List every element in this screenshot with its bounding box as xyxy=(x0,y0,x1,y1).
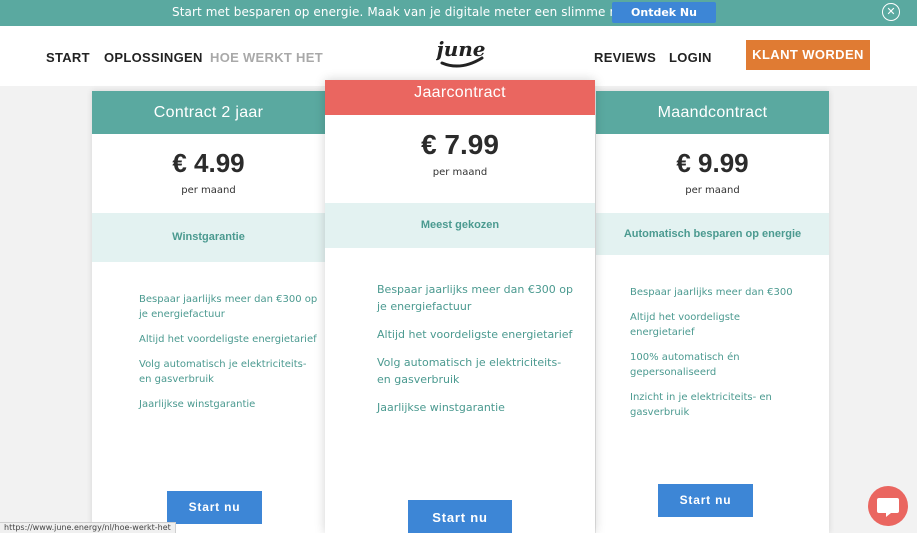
june-logo-text: june xyxy=(436,37,486,61)
plan-title: Maandcontract xyxy=(596,91,829,134)
feature-item: Altijd het voordeligste energietarief xyxy=(377,328,573,341)
nav-hoe-werkt-het[interactable]: HOE WERKT HET xyxy=(210,50,323,65)
june-logo[interactable]: june xyxy=(432,36,486,72)
feature-item: Bespaar jaarlijks meer dan €300 op je en… xyxy=(139,294,318,320)
chat-bubble-icon xyxy=(877,498,899,517)
plan-title: Contract 2 jaar xyxy=(92,91,325,134)
plan-features: Bespaar jaarlijks meer dan €300 op je en… xyxy=(139,292,319,422)
plan-highlight: Winstgarantie xyxy=(92,213,325,262)
nav-reviews[interactable]: REVIEWS xyxy=(594,50,656,65)
feature-item: Altijd het voordeligste energietarief xyxy=(630,312,740,338)
plan-highlight: Meest gekozen xyxy=(325,203,595,248)
plan-card-contract-2-jaar: Contract 2 jaar € 4.99 per maand Winstga… xyxy=(92,91,325,533)
plan-period: per maand xyxy=(432,167,488,178)
status-url: https://www.june.energy/nl/hoe-werkt-het xyxy=(0,522,176,533)
feature-item: Jaarlijkse winstgarantie xyxy=(377,401,505,414)
start-now-button[interactable]: Start nu xyxy=(658,484,753,517)
feature-item: Inzicht in je elektriciteits- en gasverb… xyxy=(630,392,772,418)
announcement-text: Start met besparen op energie. Maak van … xyxy=(172,5,649,19)
plan-period: per maand xyxy=(685,185,740,196)
feature-item: Jaarlijkse winstgarantie xyxy=(139,399,256,410)
plan-period: per maand xyxy=(181,185,236,196)
plan-price: € 9.99 xyxy=(676,148,749,178)
nav-start[interactable]: START xyxy=(46,50,90,65)
plan-price: € 4.99 xyxy=(172,148,245,178)
plan-card-maandcontract: Maandcontract € 9.99 per maand Automatis… xyxy=(596,91,829,533)
chat-widget-button[interactable] xyxy=(868,486,908,526)
plan-card-jaarcontract: Jaarcontract € 7.99 per maand Meest geko… xyxy=(325,80,595,533)
close-icon[interactable]: ✕ xyxy=(882,3,900,21)
klant-worden-button[interactable]: KLANT WORDEN xyxy=(746,40,870,70)
plan-features: Bespaar jaarlijks meer dan €300 op je en… xyxy=(377,281,577,427)
plan-title: Jaarcontract xyxy=(325,80,595,115)
start-now-button[interactable]: Start nu xyxy=(408,500,512,533)
plan-highlight: Automatisch besparen op energie xyxy=(596,213,829,255)
feature-item: Volg automatisch je elektriciteits- en g… xyxy=(377,356,562,386)
plan-price: € 7.99 xyxy=(421,129,499,160)
nav-oplossingen[interactable]: OPLOSSINGEN xyxy=(104,50,203,65)
discover-now-button[interactable]: Ontdek Nu xyxy=(612,2,716,23)
feature-item: Altijd het voordeligste energietarief xyxy=(139,334,317,345)
nav-login[interactable]: LOGIN xyxy=(669,50,712,65)
feature-item: Bespaar jaarlijks meer dan €300 op je en… xyxy=(377,283,574,313)
feature-item: Volg automatisch je elektriciteits- en g… xyxy=(139,359,307,385)
plan-features: Bespaar jaarlijks meer dan €300 Altijd h… xyxy=(630,285,805,430)
feature-item: 100% automatisch én gepersonaliseerd xyxy=(630,352,740,378)
feature-item: Bespaar jaarlijks meer dan €300 xyxy=(630,287,793,298)
start-now-button[interactable]: Start nu xyxy=(167,491,262,524)
announcement-bar: Start met besparen op energie. Maak van … xyxy=(0,0,917,26)
site-header: START OPLOSSINGEN HOE WERKT HET june REV… xyxy=(0,26,917,86)
